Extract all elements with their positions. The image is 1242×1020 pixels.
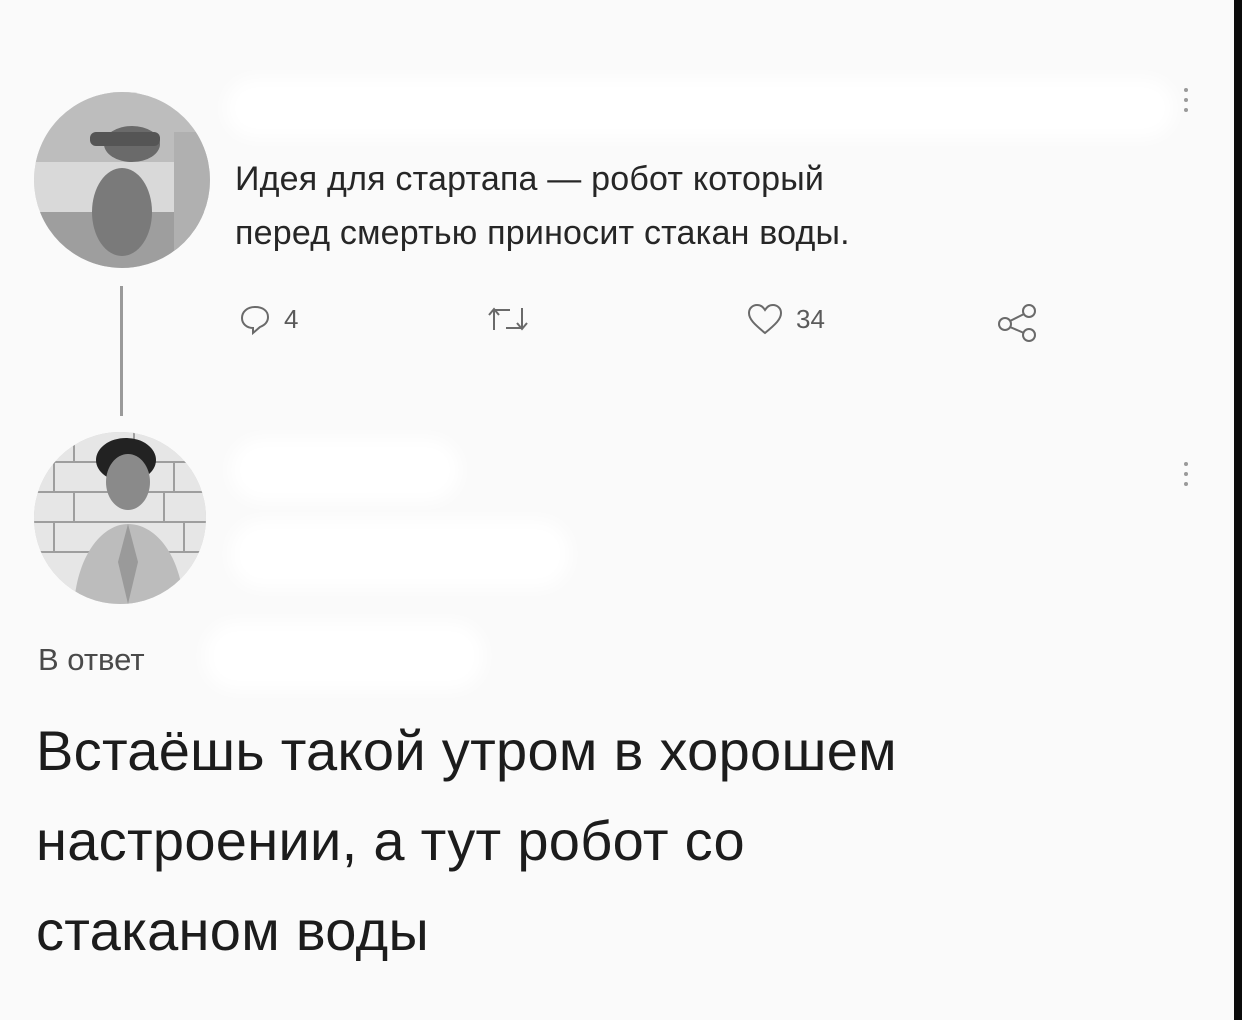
tweet-text-line: настроении, а тут робот со xyxy=(36,809,746,872)
share-button[interactable] xyxy=(996,302,1040,342)
avatar[interactable] xyxy=(34,432,206,604)
tweet-text: Встаёшь такой утром в хорошем настроении… xyxy=(36,706,1186,976)
feed: Идея для стартапа — робот который перед … xyxy=(0,0,1234,1020)
redacted-username xyxy=(240,448,450,492)
retweet-button[interactable] xyxy=(486,302,530,336)
thread-connector xyxy=(120,286,123,416)
redacted-handle xyxy=(240,530,560,578)
avatar[interactable] xyxy=(34,92,210,268)
redacted-reply-target xyxy=(214,632,474,680)
redacted-username xyxy=(235,88,1165,128)
tweet-text-line: Встаёшь такой утром в хорошем xyxy=(36,719,897,782)
share-icon xyxy=(998,304,1036,342)
tweet-text: Идея для стартапа — робот который перед … xyxy=(235,152,1135,260)
retweet-icon xyxy=(488,307,528,331)
avatar-photo xyxy=(34,92,210,268)
tweet-text-line: перед смертью приносит стакан воды. xyxy=(235,214,850,252)
reply-count: 4 xyxy=(284,303,299,334)
tweet-text-line: Идея для стартапа — робот который xyxy=(235,160,825,198)
like-count: 34 xyxy=(796,303,825,334)
avatar-photo xyxy=(34,432,206,604)
window-edge xyxy=(1234,0,1242,1020)
more-vertical-icon[interactable] xyxy=(1181,462,1191,486)
tweet-actions: 4 34 xyxy=(238,302,1058,352)
comment-icon xyxy=(240,305,270,336)
reply-to-label: В ответ xyxy=(38,642,145,677)
heart-icon xyxy=(747,303,783,335)
reply-button[interactable]: 4 xyxy=(238,302,298,336)
tweet-text-line: стаканом воды xyxy=(36,899,430,962)
more-vertical-icon[interactable] xyxy=(1181,88,1191,112)
like-button[interactable]: 34 xyxy=(746,302,825,336)
